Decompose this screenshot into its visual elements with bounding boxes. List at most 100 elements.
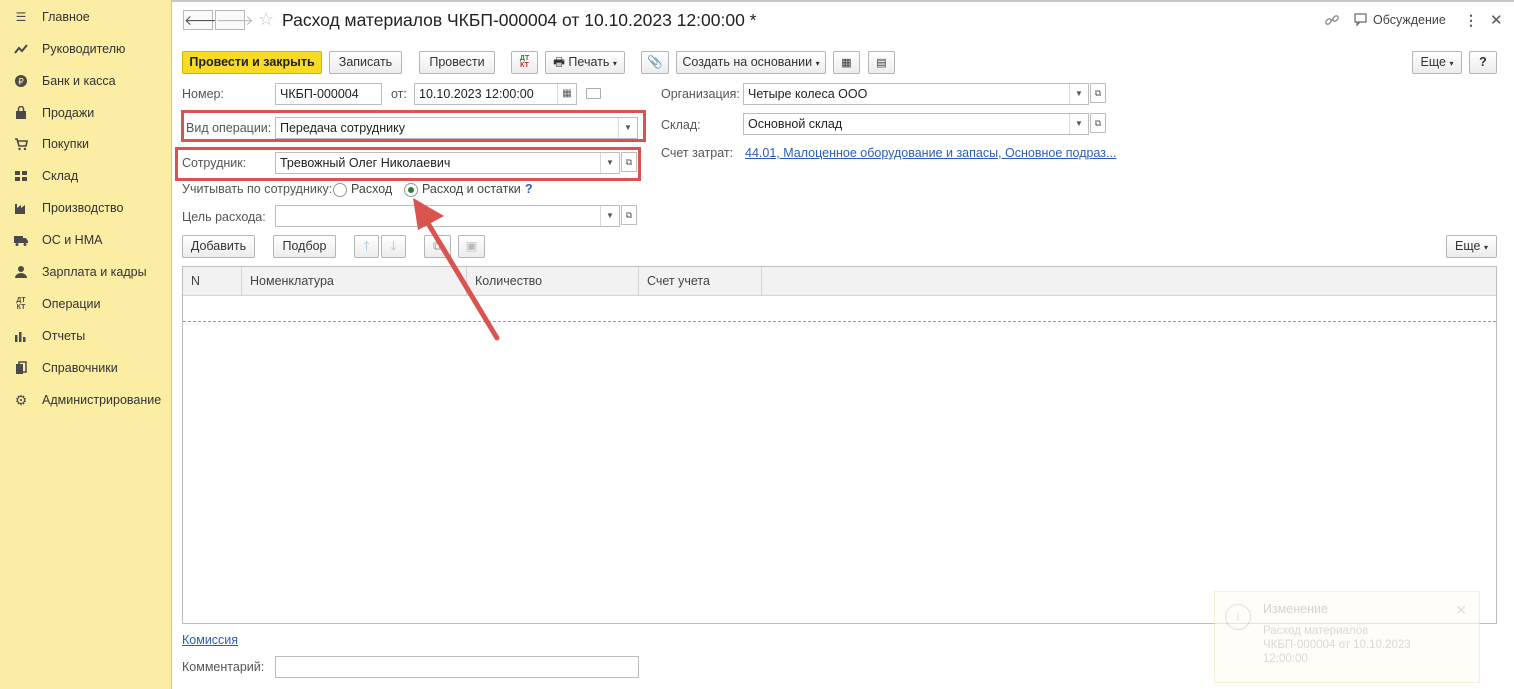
- warehouse-value: Основной склад: [748, 117, 843, 131]
- sidebar-item-manager[interactable]: Руководителю: [0, 37, 171, 63]
- structure-icon: ▦: [841, 57, 852, 69]
- post-and-close-button[interactable]: Провести и закрыть: [182, 51, 322, 74]
- sidebar-item-production[interactable]: Производство: [0, 196, 171, 222]
- factory-icon: [14, 201, 28, 215]
- sidebar-item-main[interactable]: ☰ Главное: [0, 5, 171, 31]
- open-icon: ⧉: [1094, 118, 1102, 128]
- trend-icon: [14, 42, 28, 56]
- chevron-down-icon[interactable]: ▼: [1069, 114, 1088, 134]
- chevron-down-icon[interactable]: ▼: [600, 206, 619, 226]
- sidebar-item-label: Главное: [42, 10, 90, 24]
- chevron-down-icon[interactable]: ▼: [618, 118, 637, 138]
- bar-chart-icon: [14, 329, 28, 343]
- document-icon: ▤: [876, 57, 887, 69]
- sidebar-item-label: Отчеты: [42, 329, 86, 343]
- sidebar-item-label: Операции: [42, 297, 101, 311]
- sidebar-item-salary[interactable]: Зарплата и кадры: [0, 260, 171, 286]
- favorite-star-icon[interactable]: ☆: [258, 9, 274, 30]
- cost-account-link[interactable]: 44.01, Малоценное оборудование и запасы,…: [745, 146, 1116, 160]
- sidebar-item-label: Администрирование: [42, 393, 162, 407]
- sidebar-item-label: Справочники: [42, 361, 118, 375]
- chevron-down-icon: ▾: [1449, 59, 1454, 68]
- more-label: Еще: [1455, 239, 1481, 253]
- more-button[interactable]: Еще ▾: [1412, 51, 1462, 74]
- radio-expense-label: Расход: [351, 182, 393, 196]
- operation-type-select[interactable]: Передача сотруднику ▼: [275, 117, 638, 139]
- date-value: 10.10.2023 12:00:00: [419, 87, 534, 101]
- sidebar-item-warehouse[interactable]: Склад: [0, 164, 171, 190]
- comment-input[interactable]: [275, 656, 639, 678]
- commission-link[interactable]: Комиссия: [182, 633, 238, 647]
- arrow-down-icon: 🡓: [390, 239, 397, 253]
- truck-icon: [14, 233, 28, 247]
- date-field[interactable]: 10.10.2023 12:00:00 ▦: [414, 83, 577, 105]
- coin-icon: ₽: [14, 74, 28, 88]
- calendar-icon[interactable]: ▦: [557, 84, 576, 104]
- sidebar-item-admin[interactable]: ⚙ Администрирование: [0, 388, 171, 414]
- annotation-arrow-icon: [413, 198, 500, 341]
- open-purpose-button[interactable]: ⧉: [621, 205, 637, 225]
- paperclip-icon: 📎: [647, 55, 663, 69]
- sidebar-item-assets[interactable]: ОС и НМА: [0, 228, 171, 254]
- printer-icon: 🖶: [553, 55, 565, 69]
- post-button[interactable]: Провести: [419, 51, 495, 74]
- cart-icon: [14, 137, 28, 151]
- move-up-button[interactable]: 🡑: [354, 235, 379, 258]
- open-organization-button[interactable]: ⧉: [1090, 83, 1106, 103]
- sidebar-item-references[interactable]: Справочники: [0, 356, 171, 382]
- attach-button[interactable]: 📎: [641, 51, 669, 74]
- sidebar-item-label: Покупки: [42, 137, 90, 151]
- column-header-n[interactable]: N: [183, 267, 242, 295]
- link-icon[interactable]: [1324, 12, 1340, 31]
- create-based-on-button[interactable]: Создать на основании ▾: [676, 51, 826, 74]
- sidebar-item-label: ОС и НМА: [42, 233, 103, 247]
- sidebar-item-operations[interactable]: ДТ КТ Операции: [0, 292, 171, 318]
- discussion-label: Обсуждение: [1373, 13, 1446, 27]
- chevron-down-icon[interactable]: ▼: [1069, 84, 1088, 104]
- open-warehouse-button[interactable]: ⧉: [1090, 113, 1106, 133]
- table-header: N Номенклатура Количество Счет учета: [183, 267, 1496, 296]
- number-field[interactable]: ЧКБП-000004: [275, 83, 382, 105]
- operation-type-label: Вид операции:: [186, 121, 272, 135]
- help-button[interactable]: ?: [1469, 51, 1497, 74]
- close-icon[interactable]: ✕: [1455, 602, 1467, 619]
- organization-select[interactable]: Четыре колеса ООО ▼: [743, 83, 1089, 105]
- radio-expense[interactable]: [333, 183, 347, 197]
- notification-popup[interactable]: i Изменение Расход материалов ЧКБП-00000…: [1214, 591, 1480, 683]
- chevron-down-icon[interactable]: ▼: [600, 153, 619, 173]
- more-label: Еще: [1420, 55, 1446, 69]
- back-button[interactable]: 🡐: [183, 10, 222, 30]
- employee-select[interactable]: Тревожный Олег Николаевич ▼: [275, 152, 620, 174]
- cost-account-label: Счет затрат:: [661, 146, 734, 160]
- sidebar-item-bank[interactable]: ₽ Банк и касса: [0, 69, 171, 95]
- save-button[interactable]: Записать: [329, 51, 402, 74]
- structure-button[interactable]: ▦: [833, 51, 860, 74]
- column-header-account[interactable]: Счет учета: [639, 267, 762, 295]
- forward-button[interactable]: 🡒: [215, 10, 254, 30]
- open-employee-button[interactable]: ⧉: [621, 152, 637, 172]
- sidebar: ☰ Главное Руководителю ₽ Банк и касса Пр…: [0, 0, 172, 689]
- close-icon[interactable]: ✕: [1490, 11, 1503, 29]
- print-button[interactable]: 🖶 Печать ▾: [545, 51, 625, 74]
- svg-text:₽: ₽: [18, 78, 24, 88]
- help-link[interactable]: ?: [525, 182, 533, 196]
- sidebar-item-sales[interactable]: Продажи: [0, 101, 171, 127]
- pick-button[interactable]: Подбор: [273, 235, 336, 258]
- sidebar-item-reports[interactable]: Отчеты: [0, 324, 171, 350]
- items-table[interactable]: N Номенклатура Количество Счет учета: [182, 266, 1497, 624]
- warehouse-select[interactable]: Основной склад ▼: [743, 113, 1089, 135]
- document-button[interactable]: ▤: [868, 51, 895, 74]
- account-by-employee-label: Учитывать по сотруднику:: [182, 182, 333, 196]
- number-value: ЧКБП-000004: [280, 87, 359, 101]
- purpose-label: Цель расхода:: [182, 210, 266, 224]
- table-row-divider: [183, 321, 1496, 322]
- organization-label: Организация:: [661, 87, 740, 101]
- sidebar-item-purchases[interactable]: Покупки: [0, 132, 171, 158]
- keyboard-icon[interactable]: [586, 88, 601, 99]
- number-label: Номер:: [182, 87, 224, 101]
- add-row-button[interactable]: Добавить: [182, 235, 255, 258]
- create-based-label: Создать на основании: [682, 55, 813, 69]
- more-vertical-icon[interactable]: ⋮: [1464, 12, 1478, 29]
- dt-kt-button[interactable]: ДТ КТ: [511, 51, 538, 74]
- table-more-button[interactable]: Еще ▾: [1446, 235, 1497, 258]
